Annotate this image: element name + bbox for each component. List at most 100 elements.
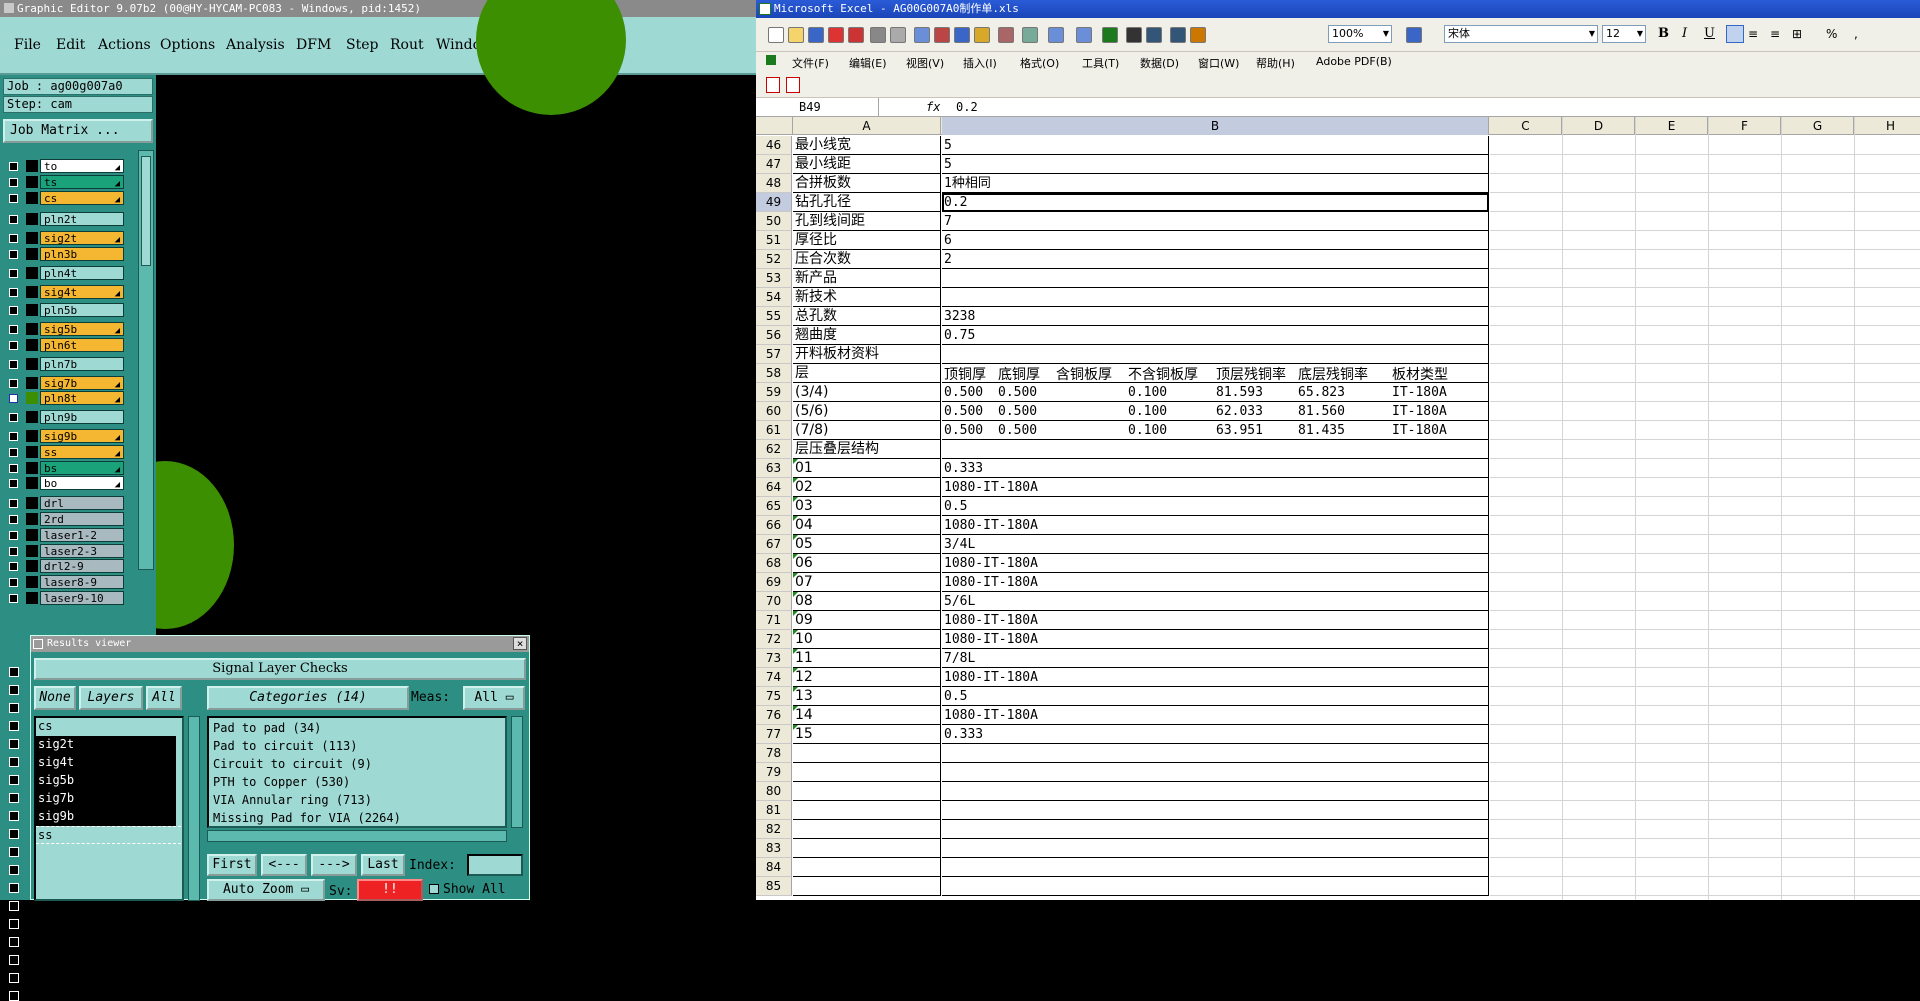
layer-checkbox[interactable] xyxy=(9,463,18,473)
pdf-icon[interactable] xyxy=(766,77,780,93)
column-header-D[interactable]: D xyxy=(1563,117,1635,135)
layer-checkbox[interactable] xyxy=(9,829,19,839)
layer-checkbox[interactable] xyxy=(9,215,18,225)
row-header[interactable]: 55 xyxy=(756,307,792,326)
cell-b[interactable] xyxy=(942,345,1489,364)
cell-b[interactable]: 5 xyxy=(942,136,1489,155)
layer-row-bo[interactable]: bo ◢ xyxy=(4,476,124,491)
row-header[interactable]: 56 xyxy=(756,326,792,345)
cell-a[interactable] xyxy=(793,782,941,801)
row-header[interactable]: 65 xyxy=(756,497,792,516)
next-button[interactable]: ---> xyxy=(311,854,357,876)
layer-checkbox[interactable] xyxy=(9,394,18,404)
cell-a[interactable]: 最小线宽 xyxy=(793,136,941,155)
excel-menu-item[interactable]: 工具(T) xyxy=(1082,55,1119,71)
layer-checkbox[interactable] xyxy=(9,515,18,524)
empty-cells[interactable] xyxy=(1490,231,1920,250)
sort-desc-icon[interactable] xyxy=(1146,27,1162,43)
cell-a[interactable]: 02 xyxy=(793,478,941,497)
cell-a[interactable]: 11 xyxy=(793,649,941,668)
cell-a[interactable]: 08 xyxy=(793,592,941,611)
row-header[interactable]: 64 xyxy=(756,478,792,497)
cell-b[interactable]: 3/4L xyxy=(942,535,1489,554)
result-layer-ss[interactable]: ss xyxy=(36,826,181,844)
excel-menu-item[interactable]: Adobe PDF(B) xyxy=(1316,55,1392,68)
categories-list[interactable]: Pad to pad (34) Pad to circuit (113) Circu… xyxy=(207,716,507,828)
row-header[interactable]: 72 xyxy=(756,630,792,649)
layer-checkbox[interactable] xyxy=(9,359,18,369)
cell-a[interactable] xyxy=(793,877,941,896)
row-header[interactable]: 52 xyxy=(756,250,792,269)
underline-icon[interactable]: U xyxy=(1704,26,1715,41)
cell-b[interactable] xyxy=(942,820,1489,839)
zoom-select[interactable]: 100% ▼ xyxy=(1328,25,1392,43)
row-header[interactable]: 77 xyxy=(756,725,792,744)
empty-cells[interactable] xyxy=(1490,801,1920,820)
open-icon[interactable] xyxy=(788,27,804,43)
cell-b[interactable]: 0.5 xyxy=(942,687,1489,706)
excel-menu-item[interactable]: 格式(O) xyxy=(1020,55,1059,71)
category-item[interactable]: Missing Pad for VIA (2264) xyxy=(213,809,501,827)
column-header-E[interactable]: E xyxy=(1636,117,1708,135)
cell-a[interactable]: 09 xyxy=(793,611,941,630)
cell-b[interactable]: 1080-IT-180A xyxy=(942,611,1489,630)
cell-a[interactable]: (7/8) xyxy=(793,421,941,440)
menu-options[interactable]: Options xyxy=(160,37,215,53)
row-header[interactable]: 51 xyxy=(756,231,792,250)
layer-checkbox[interactable] xyxy=(9,685,19,695)
empty-cells[interactable] xyxy=(1490,877,1920,896)
empty-cells[interactable] xyxy=(1490,459,1920,478)
layer-checkbox[interactable] xyxy=(9,721,19,731)
row-header[interactable]: 83 xyxy=(756,839,792,858)
layer-checkbox[interactable] xyxy=(9,499,18,509)
cell-a[interactable]: 开料板材资料 xyxy=(793,345,941,364)
layers-button[interactable]: Layers xyxy=(79,686,143,710)
spreadsheet-grid[interactable]: ABCDEFGH 46 最小线宽 5 47 最小线距 5 48 合拼板数 1种相同 49 钻孔孔径 0… xyxy=(756,117,1920,900)
cell-b[interactable] xyxy=(942,744,1489,763)
cell-b[interactable]: 1080-IT-180A xyxy=(942,706,1489,725)
row-header[interactable]: 57 xyxy=(756,345,792,364)
layer-row-sig5b[interactable]: sig5b ◢ xyxy=(4,322,124,337)
empty-cells[interactable] xyxy=(1490,516,1920,535)
spelling-icon[interactable] xyxy=(914,27,930,43)
empty-cells[interactable] xyxy=(1490,649,1920,668)
excel-menu-item[interactable]: 文件(F) xyxy=(792,55,829,71)
layer-checkbox[interactable] xyxy=(9,250,18,259)
menu-rout[interactable]: Rout xyxy=(390,37,424,53)
row-header[interactable]: 84 xyxy=(756,858,792,877)
index-input[interactable] xyxy=(467,854,523,876)
layer-checkbox[interactable] xyxy=(9,578,18,588)
empty-cells[interactable] xyxy=(1490,364,1920,383)
category-item[interactable]: Pad to pad (34) xyxy=(213,719,501,737)
layer-row-pln4t[interactable]: pln4t xyxy=(4,265,124,281)
menu-file[interactable]: File xyxy=(14,37,41,53)
layer-checkbox[interactable] xyxy=(9,479,18,489)
cell-a[interactable]: 合拼板数 xyxy=(793,174,941,193)
layer-checkbox[interactable] xyxy=(9,162,18,171)
align-left-icon[interactable] xyxy=(1726,25,1744,43)
layer-checkbox[interactable] xyxy=(9,306,18,316)
result-layer-sig9b[interactable]: sig9b xyxy=(36,808,176,826)
comma-icon[interactable]: , xyxy=(1854,27,1858,41)
cell-b[interactable] xyxy=(942,269,1489,288)
bold-icon[interactable]: B xyxy=(1658,26,1669,41)
categories-hscrollbar[interactable] xyxy=(207,830,507,842)
row-header[interactable]: 85 xyxy=(756,877,792,896)
layer-checkbox[interactable] xyxy=(9,991,19,1001)
layer-row-sig4t[interactable]: sig4t ◢ xyxy=(4,284,124,300)
row-header[interactable]: 49 xyxy=(756,193,792,212)
empty-cells[interactable] xyxy=(1490,573,1920,592)
categories-button[interactable]: Categories (14) xyxy=(207,686,409,710)
layer-checkbox[interactable] xyxy=(9,378,18,388)
formula-input[interactable]: 0.2 xyxy=(956,98,978,116)
row-header[interactable]: 75 xyxy=(756,687,792,706)
layer-row-pln5b[interactable]: pln5b xyxy=(4,303,124,318)
layer-row-sig9b[interactable]: sig9b ◢ xyxy=(4,429,124,444)
layer-checkbox[interactable] xyxy=(9,268,18,278)
layer-checkbox[interactable] xyxy=(9,667,19,677)
empty-cells[interactable] xyxy=(1490,725,1920,744)
cell-a[interactable]: 12 xyxy=(793,668,941,687)
new-icon[interactable] xyxy=(768,27,784,43)
empty-cells[interactable] xyxy=(1490,402,1920,421)
cell-a[interactable]: (3/4) xyxy=(793,383,941,402)
